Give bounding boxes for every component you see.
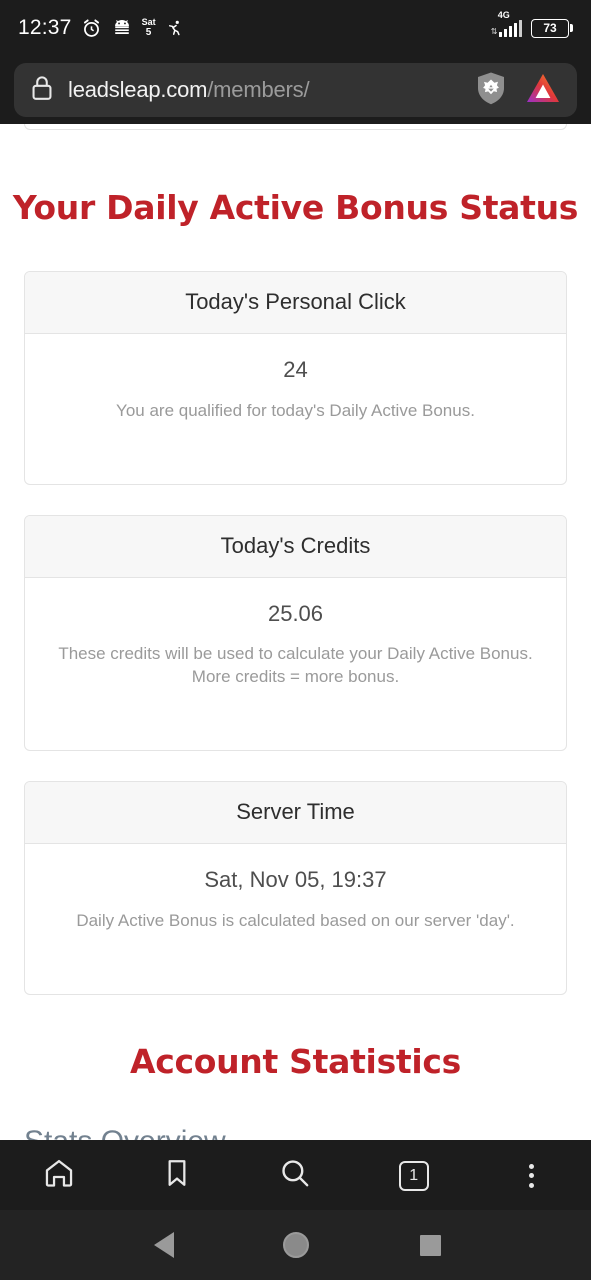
card-title: Today's Credits	[25, 515, 566, 578]
android-home-button[interactable]	[271, 1210, 321, 1280]
card-body: 25.06 These credits will be used to calc…	[25, 578, 566, 750]
url-text[interactable]: leadsleap.com/members/	[68, 77, 461, 103]
bookmarks-button[interactable]	[145, 1144, 209, 1208]
brave-shield-lion-icon[interactable]	[475, 71, 507, 110]
android-navigation-bar	[0, 1210, 591, 1280]
page-content: Your Daily Active Bonus Status Today's P…	[0, 124, 591, 1140]
calendar-date: 5	[145, 27, 152, 38]
account-statistics-heading: Account Statistics	[129, 1042, 461, 1082]
brave-bat-triangle-icon[interactable]	[525, 72, 561, 109]
stats-overview-heading: Stats Overview	[0, 1125, 591, 1140]
android-body-icon	[111, 19, 133, 38]
phone-screen: 12:37 Sat 5 4G ⇅ 73 leadsleap.com/member…	[0, 0, 591, 1280]
battery-level-label: 73	[531, 18, 569, 38]
bookmark-icon	[161, 1156, 193, 1195]
battery-cap	[570, 24, 573, 32]
card-spacer	[43, 688, 548, 750]
browser-bottom-bar: 1	[0, 1140, 591, 1210]
status-bar-left: 12:37 Sat 5	[18, 16, 184, 40]
card-todays-credits: Today's Credits 25.06 These credits will…	[24, 514, 567, 752]
card-body: 24 You are qualified for today's Daily A…	[25, 334, 566, 484]
url-path: /members/	[207, 77, 310, 102]
kebab-menu-icon	[529, 1163, 535, 1188]
card-value: 24	[283, 357, 308, 382]
network-type-label: 4G	[497, 9, 510, 20]
alarm-clock-icon	[81, 18, 102, 39]
activity-run-icon	[165, 19, 184, 38]
url-host: leadsleap.com	[68, 77, 208, 102]
card-todays-personal-click: Today's Personal Click 24 You are qualif…	[24, 271, 567, 485]
status-clock: 12:37	[18, 16, 72, 39]
status-bar: 12:37 Sat 5 4G ⇅ 73	[0, 0, 591, 56]
card-note: You are qualified for today's Daily Acti…	[116, 400, 475, 420]
android-back-button[interactable]	[139, 1210, 189, 1280]
android-recents-button[interactable]	[405, 1210, 455, 1280]
back-icon	[154, 1232, 174, 1258]
card-spacer	[43, 932, 548, 994]
status-bar-right: 4G ⇅ 73	[489, 10, 573, 38]
recents-square-icon	[419, 1234, 441, 1256]
browser-menu-button[interactable]	[500, 1144, 564, 1208]
card-server-time: Server Time Sat, Nov 05, 19:37 Daily Act…	[24, 781, 567, 996]
home-circle-icon	[283, 1232, 309, 1258]
card-note: These credits will be used to calculate …	[58, 644, 533, 686]
tab-count-badge: 1	[398, 1160, 429, 1191]
data-transfer-icon: ⇅	[490, 26, 498, 36]
search-button[interactable]	[263, 1144, 327, 1208]
calendar-day: Sat	[141, 17, 156, 27]
card-body: Sat, Nov 05, 19:37 Daily Active Bonus is…	[25, 844, 566, 994]
lock-icon	[30, 75, 54, 106]
signal-icon: 4G ⇅	[489, 10, 522, 37]
browser-toolbar: leadsleap.com/members/	[0, 56, 591, 124]
card-value: Sat, Nov 05, 19:37	[204, 867, 387, 893]
battery-icon: 73	[531, 18, 573, 38]
url-bar[interactable]: leadsleap.com/members/	[14, 63, 577, 117]
card-spacer	[43, 422, 548, 484]
calendar-icon: Sat 5	[142, 18, 156, 38]
tab-switcher-button[interactable]: 1	[382, 1144, 446, 1208]
home-button[interactable]	[27, 1144, 91, 1208]
partial-card-above-fold	[24, 124, 567, 130]
signal-bars	[498, 19, 522, 37]
search-icon	[278, 1156, 312, 1195]
card-title: Server Time	[25, 782, 566, 845]
card-value: 25.06	[267, 600, 324, 626]
home-icon	[42, 1156, 76, 1195]
bonus-status-heading: Your Daily Active Bonus Status	[12, 188, 579, 227]
card-title: Today's Personal Click	[25, 272, 566, 334]
card-note: Daily Active Bonus is calculated based o…	[76, 910, 515, 930]
